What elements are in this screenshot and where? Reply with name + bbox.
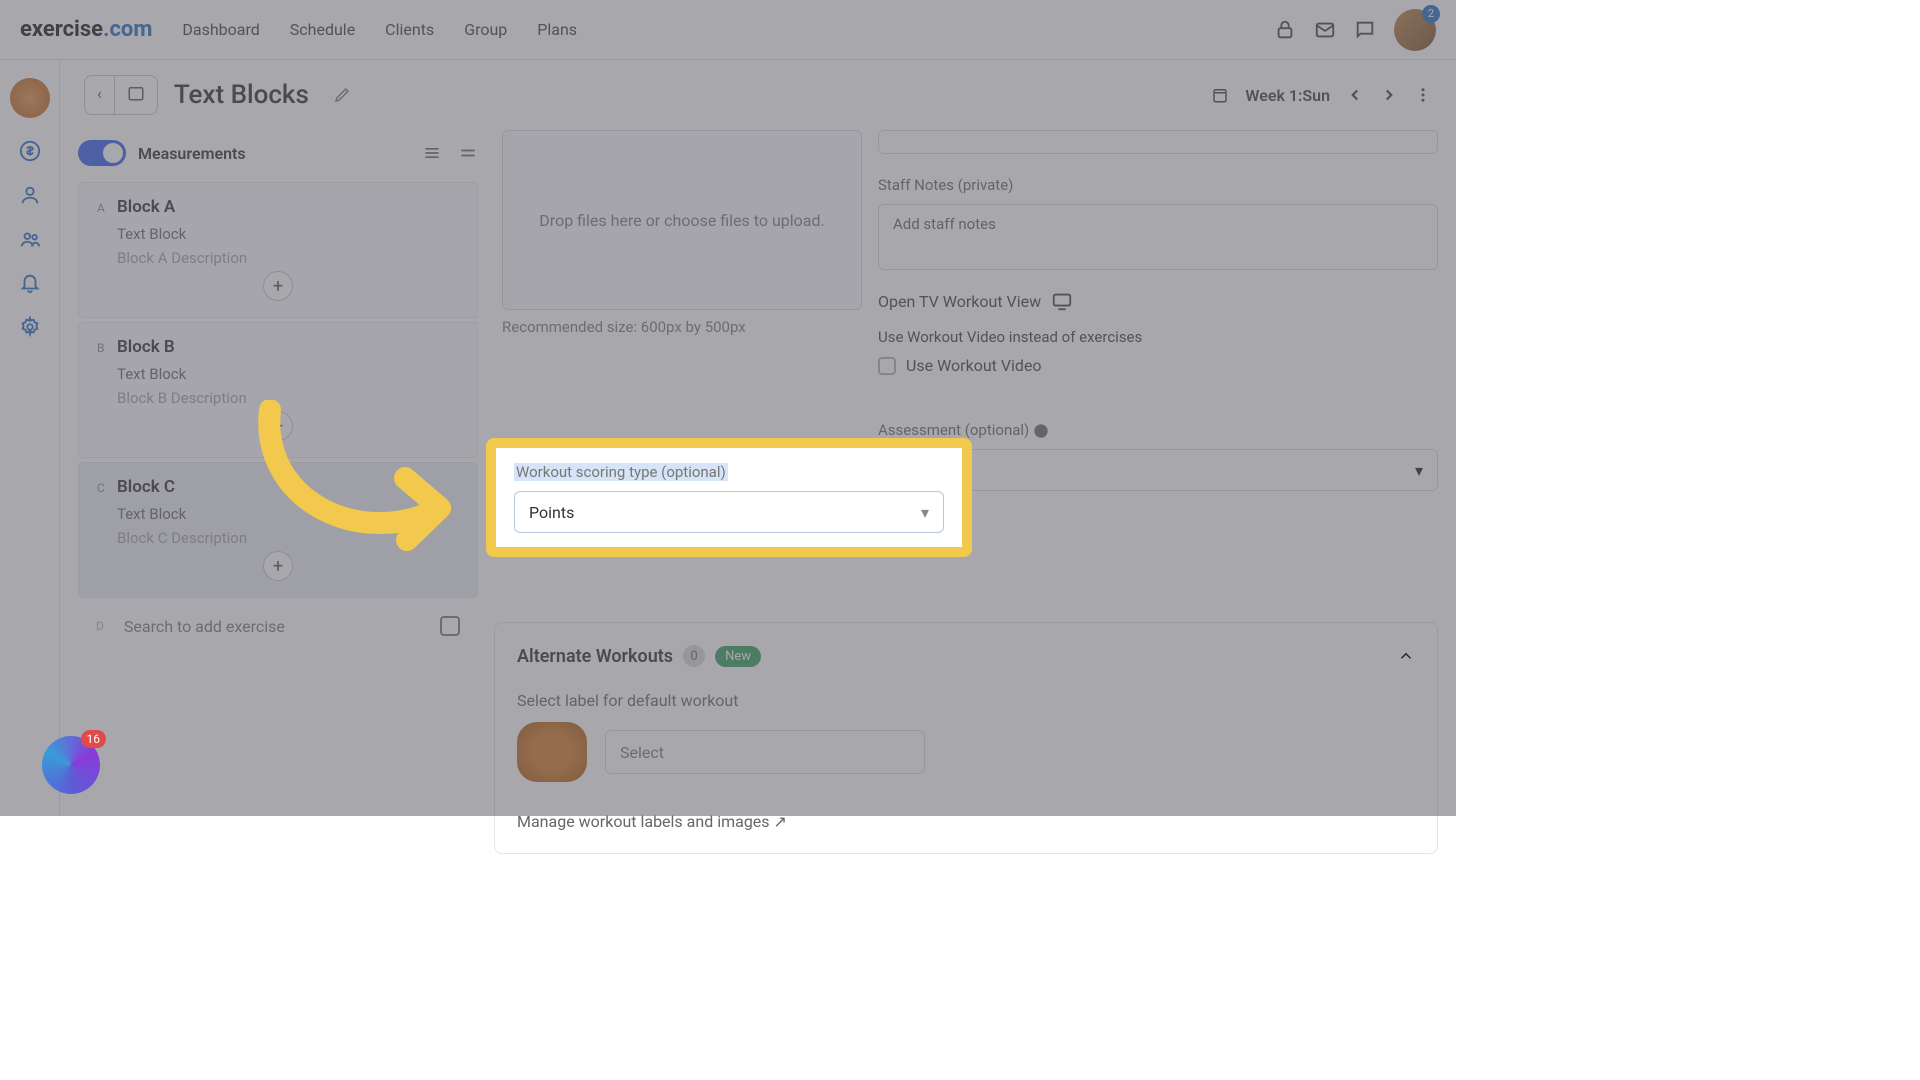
scoring-label: Workout scoring type (optional) [514, 463, 728, 481]
alternate-workouts: Alternate Workouts 0 New Select label fo… [494, 622, 1438, 854]
search-exercise[interactable]: D Search to add exercise [78, 602, 478, 650]
page-title: Text Blocks [174, 80, 309, 110]
next-week-icon[interactable] [1380, 86, 1398, 104]
assessment-label: Assessment (optional) [878, 421, 1438, 439]
week-label[interactable]: Week 1:Sun [1245, 86, 1330, 105]
block-a[interactable]: A Block A Text Block Block A Description… [78, 182, 478, 318]
users-icon[interactable] [19, 228, 41, 250]
highlight-callout: Workout scoring type (optional) Points▾ [486, 438, 972, 557]
nav-group[interactable]: Group [464, 20, 507, 39]
calendar-button[interactable] [115, 76, 157, 114]
top-textarea[interactable] [878, 130, 1438, 154]
notification-badge: 2 [1422, 5, 1440, 23]
nav: Dashboard Schedule Clients Group Plans [182, 20, 1244, 39]
arrow-annotation [240, 400, 480, 570]
staff-notes-label: Staff Notes (private) [878, 176, 1438, 194]
avatar[interactable]: 2 [1394, 9, 1436, 51]
recommended-size: Recommended size: 600px by 500px [502, 318, 862, 336]
use-video-checkbox[interactable] [878, 357, 896, 375]
nav-plans[interactable]: Plans [537, 20, 577, 39]
scoring-select[interactable]: Points▾ [514, 491, 944, 533]
lock-icon[interactable] [1274, 19, 1296, 41]
calendar-small-icon [1211, 86, 1229, 104]
back-button[interactable]: ‹ [85, 76, 115, 114]
info-icon[interactable] [1033, 423, 1049, 439]
manage-link[interactable]: Manage workout labels and images ↗ [517, 812, 1415, 831]
checkbox-icon[interactable] [440, 616, 460, 636]
account-icon[interactable] [10, 78, 50, 118]
new-badge: New [715, 646, 761, 667]
workout-thumbnail [517, 722, 587, 782]
bell-icon[interactable] [19, 272, 41, 294]
chat-icon[interactable] [1354, 19, 1376, 41]
chevron-up-icon[interactable] [1397, 647, 1415, 665]
prev-week-icon[interactable] [1346, 86, 1364, 104]
measurements-label: Measurements [138, 144, 246, 163]
gear-icon[interactable] [19, 316, 41, 338]
kebab-icon[interactable] [1414, 86, 1432, 104]
siderail [0, 60, 60, 816]
add-button[interactable]: + [263, 271, 293, 301]
topbar: exercise.com Dashboard Schedule Clients … [0, 0, 1456, 60]
nav-dashboard[interactable]: Dashboard [182, 20, 259, 39]
file-dropzone[interactable]: Drop files here or choose files to uploa… [502, 130, 862, 310]
mail-icon[interactable] [1314, 19, 1336, 41]
dollar-icon[interactable] [19, 140, 41, 162]
nav-schedule[interactable]: Schedule [290, 20, 355, 39]
help-fab[interactable]: 16 [42, 736, 100, 794]
staff-notes-input[interactable] [878, 204, 1438, 270]
user-icon[interactable] [19, 184, 41, 206]
page-header: ‹ Text Blocks Week 1:Sun [60, 60, 1456, 130]
logo: exercise.com [20, 17, 152, 42]
tv-view-link[interactable]: Open TV Workout View [878, 292, 1041, 311]
edit-icon[interactable] [333, 86, 351, 104]
alt-select[interactable]: Select [605, 730, 925, 774]
nav-clients[interactable]: Clients [385, 20, 434, 39]
tv-icon[interactable] [1051, 290, 1073, 312]
compact-icon[interactable] [458, 143, 478, 163]
measurements-toggle[interactable] [78, 140, 126, 166]
use-video-label: Use Workout Video instead of exercises [878, 328, 1438, 346]
alt-count: 0 [683, 645, 705, 667]
list-icon[interactable] [422, 143, 442, 163]
